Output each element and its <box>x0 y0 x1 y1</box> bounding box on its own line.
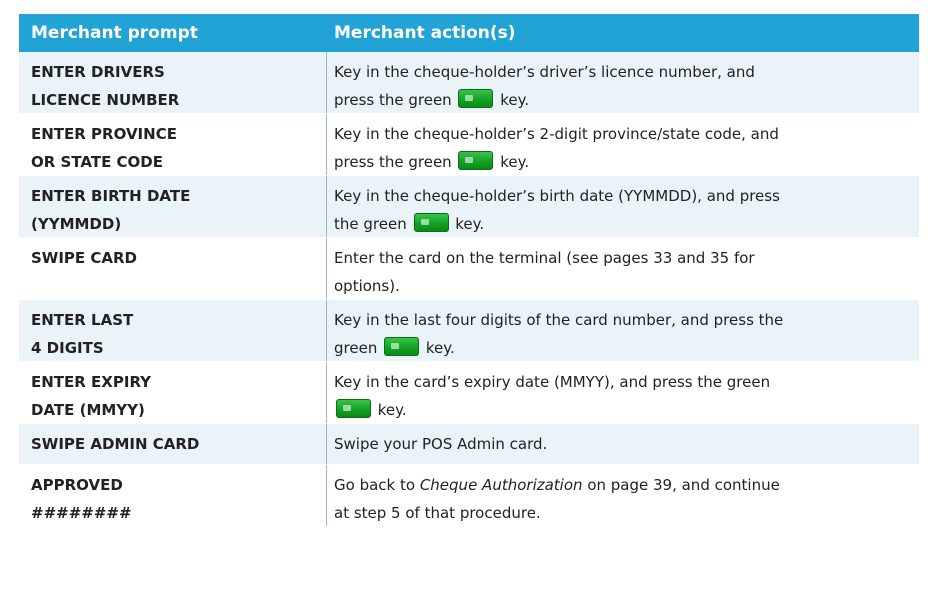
action-text: press the green <box>334 91 452 109</box>
action-text: Key in the card’s expiry date (MMYY), an… <box>334 373 771 391</box>
table-row: ENTER LAST 4 DIGITS Key in the last four… <box>19 300 919 362</box>
action-text: key. <box>500 91 530 109</box>
action-text: Key in the cheque-holder’s birth date (Y… <box>334 187 780 205</box>
action-cell: Key in the cheque-holder’s birth date (Y… <box>327 176 919 237</box>
prompt-cell: SWIPE ADMIN CARD <box>19 424 327 464</box>
green-ok-key-icon <box>413 213 449 232</box>
table-row: ENTER DRIVERS LICENCE NUMBER Key in the … <box>19 52 919 114</box>
action-text: press the green <box>334 153 452 171</box>
action-cell: Go back to Cheque Authorization on page … <box>327 465 919 526</box>
action-cell: Enter the card on the terminal (see page… <box>327 238 919 299</box>
action-text: key. <box>500 153 530 171</box>
action-text-line: key. <box>334 396 911 424</box>
action-cell: Key in the card’s expiry date (MMYY), an… <box>327 362 919 423</box>
prompt-cell: SWIPE CARD <box>19 238 327 299</box>
header-merchant-prompt: Merchant prompt <box>31 23 198 43</box>
prompt-text: ENTER LAST <box>31 311 134 329</box>
action-text: green <box>334 339 378 357</box>
prompt-text: ENTER PROVINCE <box>31 125 177 143</box>
green-ok-key-icon <box>458 89 494 108</box>
prompt-cell: APPROVED ######## <box>19 465 327 526</box>
action-text: key. <box>377 401 407 419</box>
action-cell: Swipe your POS Admin card. <box>327 424 919 464</box>
prompt-cell: ENTER EXPIRY DATE (MMYY) <box>19 362 327 423</box>
merchant-prompt-table: Merchant prompt Merchant action(s) ENTER… <box>19 14 919 526</box>
action-text: Go back to <box>334 476 416 494</box>
table-row: ENTER BIRTH DATE (YYMMDD) Key in the che… <box>19 176 919 238</box>
action-text: key. <box>425 339 455 357</box>
action-text: Enter the card on the terminal (see page… <box>334 249 755 267</box>
action-text: at step 5 of that procedure. <box>334 504 541 522</box>
prompt-cell: ENTER PROVINCE OR STATE CODE <box>19 114 327 175</box>
action-text: key. <box>455 215 485 233</box>
table-row: SWIPE ADMIN CARD Swipe your POS Admin ca… <box>19 424 919 465</box>
prompt-cell: ENTER DRIVERS LICENCE NUMBER <box>19 52 327 113</box>
table-row: APPROVED ######## Go back to Cheque Auth… <box>19 465 919 526</box>
action-text: Key in the cheque-holder’s driver’s lice… <box>334 63 755 81</box>
prompt-text: ######## <box>31 504 132 522</box>
action-text-line: the green key. <box>334 210 911 238</box>
prompt-text: OR STATE CODE <box>31 153 163 171</box>
action-text-line: Go back to Cheque Authorization on page … <box>334 471 911 499</box>
prompt-text: ENTER DRIVERS <box>31 63 165 81</box>
prompt-text: (YYMMDD) <box>31 215 122 233</box>
prompt-cell: ENTER BIRTH DATE (YYMMDD) <box>19 176 327 237</box>
action-text-line: press the green key. <box>334 86 911 114</box>
table-row: SWIPE CARD Enter the card on the termina… <box>19 238 919 300</box>
action-text: options). <box>334 277 400 295</box>
prompt-text: ENTER BIRTH DATE <box>31 187 191 205</box>
prompt-text: SWIPE CARD <box>31 249 138 267</box>
cheque-authorization-reference: Cheque Authorization <box>419 476 583 494</box>
prompt-text: APPROVED <box>31 476 123 494</box>
prompt-cell: ENTER LAST 4 DIGITS <box>19 300 327 361</box>
action-text: on page 39, and continue <box>587 476 780 494</box>
action-cell: Key in the cheque-holder’s driver’s lice… <box>327 52 919 113</box>
prompt-text: ENTER EXPIRY <box>31 373 152 391</box>
action-cell: Key in the cheque-holder’s 2-digit provi… <box>327 114 919 175</box>
prompt-text: LICENCE NUMBER <box>31 91 180 109</box>
action-text: Key in the cheque-holder’s 2-digit provi… <box>334 125 779 143</box>
green-ok-key-icon <box>336 399 371 418</box>
action-text: Swipe your POS Admin card. <box>334 435 548 453</box>
action-text: Key in the last four digits of the card … <box>334 311 784 329</box>
prompt-text: SWIPE ADMIN CARD <box>31 435 200 453</box>
table-header: Merchant prompt Merchant action(s) <box>19 14 919 52</box>
prompt-text: DATE (MMYY) <box>31 401 145 419</box>
header-merchant-actions: Merchant action(s) <box>334 23 516 43</box>
prompt-text: 4 DIGITS <box>31 339 104 357</box>
action-text-line: green key. <box>334 334 911 362</box>
action-text-line: press the green key. <box>334 148 911 176</box>
green-ok-key-icon <box>458 151 494 170</box>
table-row: ENTER EXPIRY DATE (MMYY) Key in the card… <box>19 362 919 424</box>
table-row: ENTER PROVINCE OR STATE CODE Key in the … <box>19 114 919 176</box>
green-ok-key-icon <box>384 337 420 356</box>
action-cell: Key in the last four digits of the card … <box>327 300 919 361</box>
action-text: the green <box>334 215 407 233</box>
